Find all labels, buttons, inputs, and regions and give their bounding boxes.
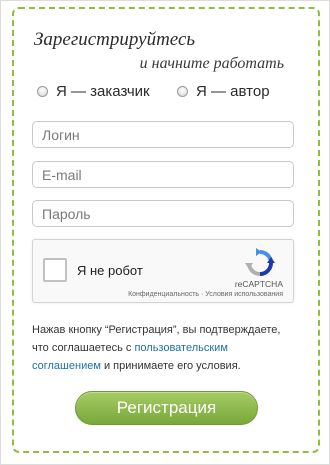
form-subtitle: и начните работать: [139, 55, 284, 72]
role-customer-label: Я — заказчик: [56, 83, 150, 100]
password-input[interactable]: [32, 200, 294, 227]
recaptcha-checkbox[interactable]: [43, 258, 67, 282]
form-title: Зарегистрируйтесь: [34, 29, 196, 50]
recaptcha-terms: Конфиденциальность · Условия использован…: [128, 291, 283, 298]
page: Зарегистрируйтесь и начните работать Я —…: [0, 0, 330, 465]
login-input[interactable]: [32, 121, 294, 148]
consent-text: Нажав кнопку “Регистрация”, вы подтвержд…: [32, 321, 298, 375]
role-customer-radio[interactable]: [37, 86, 48, 97]
recaptcha-logo-icon: [245, 248, 275, 276]
role-author-option[interactable]: Я — автор: [177, 83, 270, 100]
email-input[interactable]: [32, 161, 294, 188]
recaptcha-widget: Я не робот reCAPTCHA Конфиденциальность …: [32, 239, 294, 303]
recaptcha-brand: reCAPTCHA: [234, 279, 283, 289]
register-button[interactable]: Регистрация: [75, 391, 258, 425]
role-author-radio[interactable]: [177, 86, 188, 97]
registration-card: Зарегистрируйтесь и начните работать: [12, 7, 320, 453]
role-author-label: Я — автор: [196, 83, 270, 100]
consent-text-end: и принимаете его условия.: [100, 360, 241, 372]
role-customer-option[interactable]: Я — заказчик: [37, 83, 150, 100]
recaptcha-label: Я не робот: [77, 263, 143, 278]
